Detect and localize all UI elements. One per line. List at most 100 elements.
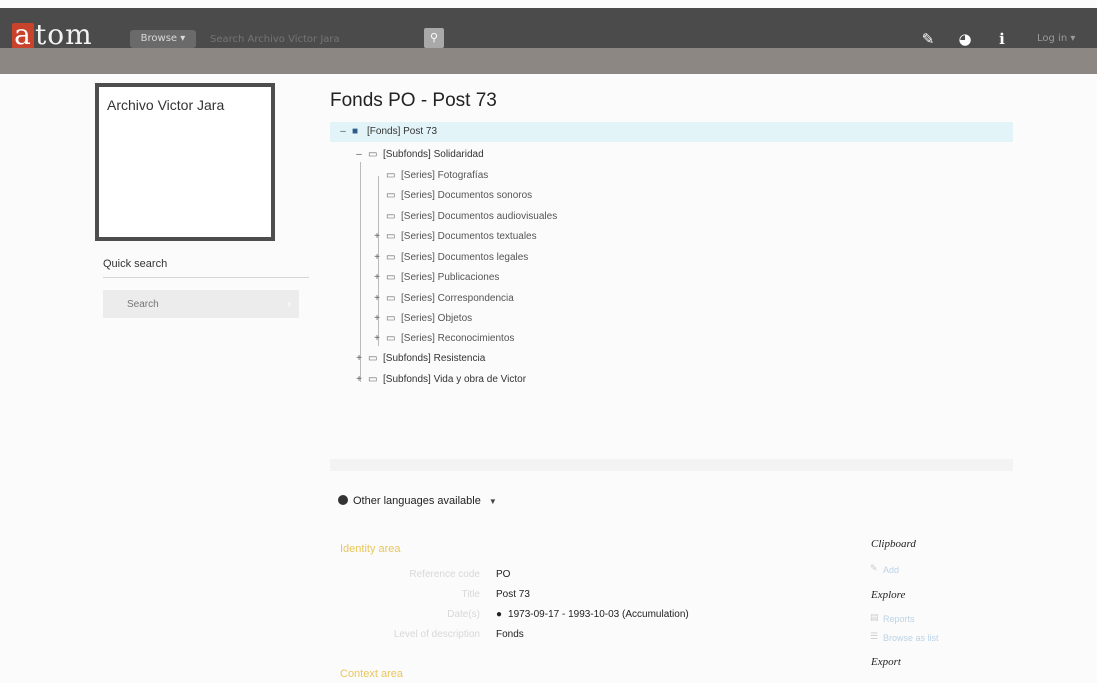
expand-toggle[interactable]: + — [372, 329, 382, 349]
browse-menu-button[interactable]: Browse ▾ — [130, 30, 196, 48]
expand-toggle[interactable]: + — [372, 227, 382, 247]
tree-item-label: [Series] Reconocimientos — [401, 333, 515, 344]
tree-item-series[interactable]: + ▭ [Series] Reconocimientos — [372, 329, 514, 349]
reports-link[interactable]: Reports — [883, 614, 915, 624]
expand-toggle[interactable]: + — [354, 349, 364, 369]
field-value: Post 73 — [496, 589, 530, 600]
tree-item-series[interactable]: ▭ [Series] Documentos audiovisuales — [372, 207, 557, 227]
expand-toggle[interactable]: + — [372, 289, 382, 309]
collapse-toggle[interactable]: – — [338, 122, 348, 142]
quick-search-label: Quick search — [103, 258, 168, 270]
login-button[interactable]: Log in ▾ — [1037, 30, 1075, 48]
other-languages-label: Other languages available — [353, 495, 481, 507]
tree-item-label: [Subfonds] Resistencia — [383, 353, 486, 364]
globe-icon[interactable]: ◕ — [955, 29, 975, 49]
export-heading: Export — [871, 656, 901, 668]
search-input[interactable] — [206, 29, 424, 49]
collapse-toggle[interactable]: – — [354, 145, 364, 165]
folder-icon: ▭ — [386, 170, 396, 181]
chevron-down-icon: ▾ — [180, 33, 186, 44]
identity-area-heading[interactable]: Identity area — [340, 543, 401, 555]
field-label: Title — [461, 589, 480, 600]
quick-search-input[interactable] — [103, 290, 299, 318]
tree-item-subfonds[interactable]: + ▭ [Subfonds] Vida y obra de Victor — [354, 370, 526, 390]
tree-item-label: [Series] Correspondencia — [401, 293, 514, 304]
folder-icon: ▭ — [368, 149, 378, 160]
treeview-resize-bar[interactable] — [330, 459, 1013, 471]
clipboard-add-link[interactable]: Add — [883, 565, 899, 575]
expand-toggle[interactable]: + — [372, 309, 382, 329]
atom-logo[interactable]: a tom — [12, 19, 93, 51]
page-title: Fonds PO - Post 73 — [330, 90, 497, 111]
tree-item-series[interactable]: + ▭ [Series] Objetos — [372, 309, 472, 329]
field-label: Level of description — [393, 629, 480, 640]
expand-toggle[interactable]: + — [354, 370, 364, 390]
field-value: ● 1973-09-17 - 1993-10-03 (Accumulation) — [496, 609, 689, 620]
book-icon: ■ — [352, 126, 359, 137]
divider — [103, 277, 309, 278]
header-banner-strip — [0, 48, 1097, 74]
search-button[interactable]: ⚲ — [424, 28, 444, 48]
field-label: Date(s) — [447, 609, 480, 620]
folder-icon: ▭ — [386, 252, 396, 263]
folder-icon: ▭ — [386, 231, 396, 242]
browse-label: Browse — [140, 33, 178, 44]
tree-item-label: [Series] Publicaciones — [401, 272, 500, 283]
folder-icon: ▭ — [386, 293, 396, 304]
tree-item-label: [Subfonds] Solidaridad — [383, 149, 484, 160]
tree-item-series[interactable]: + ▭ [Series] Correspondencia — [372, 289, 514, 309]
globe-icon — [338, 495, 348, 505]
field-label: Reference code — [409, 569, 480, 580]
logo-text: tom — [35, 18, 93, 51]
search-icon: ⚲ — [429, 31, 439, 44]
folder-icon: ▭ — [386, 313, 396, 324]
repository-name: Archivo Victor Jara — [107, 97, 225, 113]
tree-item-label: [Subfonds] Vida y obra de Victor — [383, 374, 527, 385]
chevron-down-icon: ▾ — [1070, 33, 1076, 44]
tree-item-label: [Series] Documentos legales — [401, 252, 529, 263]
expand-toggle[interactable]: + — [372, 268, 382, 288]
date-value: 1973-09-17 - 1993-10-03 (Accumulation) — [508, 609, 689, 620]
folder-icon: ▭ — [386, 333, 396, 344]
tree-item-label: [Series] Documentos sonoros — [401, 190, 533, 201]
tree-item-series[interactable]: ▭ [Series] Documentos sonoros — [372, 186, 532, 206]
tree-item-label: [Series] Documentos audiovisuales — [401, 211, 558, 222]
tree-item-series[interactable]: + ▭ [Series] Documentos legales — [372, 248, 528, 268]
tree-item-series[interactable]: + ▭ [Series] Documentos textuales — [372, 227, 537, 247]
context-area-heading[interactable]: Context area — [340, 668, 403, 680]
folder-icon: ▭ — [368, 353, 378, 364]
browse-as-list-link[interactable]: Browse as list — [883, 633, 939, 643]
info-icon[interactable]: ℹ — [992, 29, 1012, 49]
tree-item-fonds[interactable]: – ■ [Fonds] Post 73 — [330, 122, 1013, 142]
other-languages-dropdown[interactable]: Other languages available ▼ — [338, 495, 497, 507]
expand-toggle[interactable]: + — [372, 248, 382, 268]
tree-item-series[interactable]: ▭ [Series] Fotografías — [372, 166, 488, 186]
list-icon: ☰ — [870, 632, 879, 642]
folder-icon: ▭ — [386, 272, 396, 283]
tree-item-label: [Fonds] Post 73 — [367, 126, 438, 137]
login-label: Log in — [1037, 33, 1068, 44]
bullet-icon: ● — [496, 609, 503, 620]
paperclip-icon: ✎ — [870, 564, 878, 574]
chevron-down-icon: ▼ — [488, 497, 497, 506]
reports-icon: ▤ — [870, 613, 879, 623]
tree-item-label: [Series] Objetos — [401, 313, 473, 324]
tree-item-series[interactable]: + ▭ [Series] Publicaciones — [372, 268, 499, 288]
folder-icon: ▭ — [386, 211, 396, 222]
top-navigation-bar: atom Browse ▾ ⚲ ✎ ◕ ℹ Log in ▾ — [0, 8, 1097, 51]
logo-letter: a — [12, 21, 34, 49]
folder-icon: ▭ — [386, 190, 396, 201]
explore-heading: Explore — [871, 589, 906, 601]
quick-search-submit-icon[interactable]: › — [279, 290, 299, 318]
field-value: Fonds — [496, 629, 524, 640]
tree-item-label: [Series] Documentos textuales — [401, 231, 537, 242]
folder-icon: ▭ — [368, 374, 378, 385]
clipboard-paperclip-icon[interactable]: ✎ — [918, 29, 938, 49]
tree-item-label: [Series] Fotografías — [401, 170, 489, 181]
clipboard-heading: Clipboard — [871, 538, 916, 550]
repository-logo-box[interactable]: Archivo Victor Jara — [95, 83, 275, 241]
treeview: – ■ [Fonds] Post 73 – ▭ [Subfonds] Solidarid… — [330, 122, 1013, 394]
tree-item-subfonds[interactable]: + ▭ [Subfonds] Resistencia — [354, 349, 485, 369]
field-value: PO — [496, 569, 511, 580]
tree-item-subfonds[interactable]: – ▭ [Subfonds] Solidaridad — [354, 145, 484, 165]
